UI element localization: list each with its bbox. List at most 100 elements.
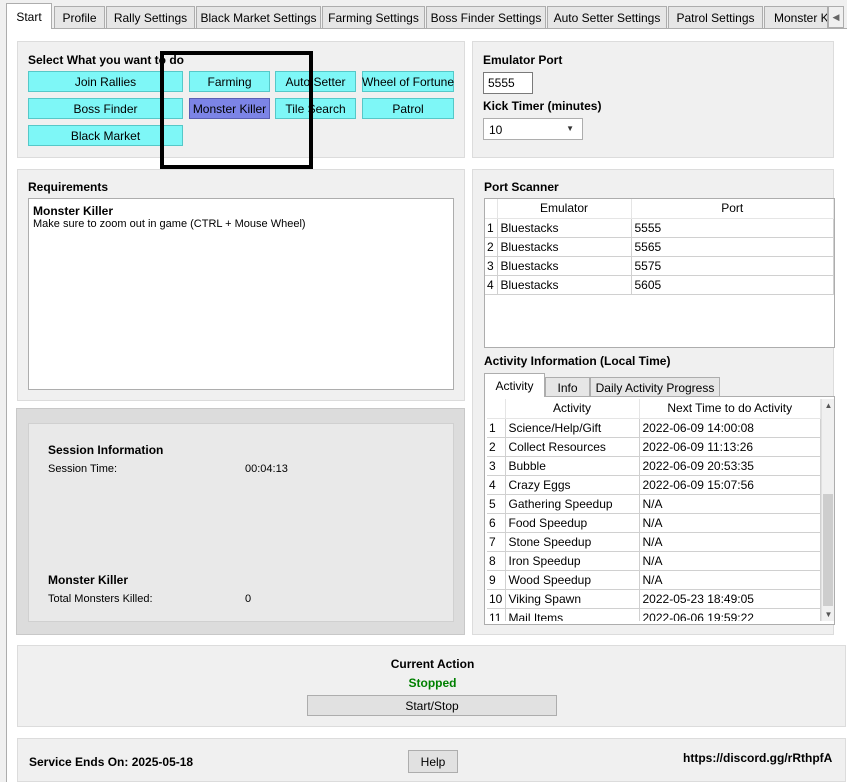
scroll-down-icon[interactable]: ▼ xyxy=(822,608,835,621)
time-cell: 2022-06-06 19:59:22 xyxy=(639,608,821,621)
service-ends-text: Service Ends On: 2025-05-18 xyxy=(29,755,194,769)
requirements-textbox[interactable]: Monster Killer Make sure to zoom out in … xyxy=(28,198,454,390)
row-number: 1 xyxy=(485,218,498,238)
row-number: 10 xyxy=(487,589,506,609)
button-label: Start/Stop xyxy=(405,698,459,713)
tab-auto-setter-settings[interactable]: Auto Setter Settings xyxy=(547,6,667,28)
table-corner xyxy=(487,399,506,419)
button-label: Boss Finder xyxy=(73,101,138,116)
kick-timer-value: 10 xyxy=(489,123,503,137)
tab-black-market-settings[interactable]: Black Market Settings xyxy=(196,6,321,28)
monsters-killed-label: Total Monsters Killed: xyxy=(48,593,153,605)
help-button[interactable]: Help xyxy=(408,750,458,773)
activity-cell: Wood Speedup xyxy=(505,570,640,590)
kick-timer-select[interactable]: 10 ▼ xyxy=(483,118,583,140)
activity-cell: Iron Speedup xyxy=(505,551,640,571)
tab-boss-finder-settings[interactable]: Boss Finder Settings xyxy=(426,6,546,28)
button-label: Help xyxy=(420,754,446,769)
table-row[interactable]: 2 Bluestacks 5565 xyxy=(485,237,834,257)
tab-monster-killer-settings[interactable]: Monster Kil xyxy=(764,6,828,28)
button-label: Black Market xyxy=(70,128,141,143)
row-number: 9 xyxy=(487,570,506,590)
activity-cell: Food Speedup xyxy=(505,513,640,533)
requirements-text: Make sure to zoom out in game (CTRL + Mo… xyxy=(33,218,306,230)
tab-patrol-settings[interactable]: Patrol Settings xyxy=(668,6,763,28)
port-scanner-table[interactable]: Emulator Port 1 Bluestacks 5555 2 Bluestack… xyxy=(484,198,835,348)
tab-label: Monster Kil xyxy=(774,10,828,25)
port-cell: 5605 xyxy=(631,275,834,295)
scroll-up-icon[interactable]: ▲ xyxy=(822,399,835,412)
tab-label: Info xyxy=(557,380,578,395)
port-cell: 5555 xyxy=(631,218,834,238)
tab-label: Rally Settings xyxy=(113,10,188,25)
activity-info-title: Activity Information (Local Time) xyxy=(484,354,671,368)
button-label: Wheel of Fortune xyxy=(361,74,455,89)
table-row[interactable]: 4 Bluestacks 5605 xyxy=(485,275,834,295)
table-row[interactable]: 1 Science/Help/Gift 2022-06-09 14:00:08 xyxy=(487,418,821,438)
tab-label: Start xyxy=(16,9,42,24)
wheel-of-fortune-button[interactable]: Wheel of Fortune xyxy=(362,71,454,92)
table-row[interactable]: 6 Food Speedup N/A xyxy=(487,513,821,533)
tab-info[interactable]: Info xyxy=(545,377,590,397)
time-cell: N/A xyxy=(639,513,821,533)
tab-profile[interactable]: Profile xyxy=(54,6,105,28)
row-number: 6 xyxy=(487,513,506,533)
kick-timer-label: Kick Timer (minutes) xyxy=(483,99,602,113)
tab-label: Profile xyxy=(62,10,97,25)
session-panel: Session Information Session Time: 00:04:… xyxy=(16,408,465,635)
table-row[interactable]: 9 Wood Speedup N/A xyxy=(487,570,821,590)
row-number: 2 xyxy=(487,437,506,457)
table-row[interactable]: 10 Viking Spawn 2022-05-23 18:49:05 xyxy=(487,589,821,609)
emulator-port-input[interactable]: 5555 xyxy=(483,72,533,94)
table-row[interactable]: 1 Bluestacks 5555 xyxy=(485,218,834,238)
column-header-activity[interactable]: Activity xyxy=(505,399,640,419)
tab-label: Auto Setter Settings xyxy=(553,10,661,25)
activity-cell: Science/Help/Gift xyxy=(505,418,640,438)
tab-label: Daily Activity Progress xyxy=(595,380,715,395)
current-action-panel: Current Action Stopped Start/Stop xyxy=(17,645,846,727)
scanner-activity-panel: Port Scanner Emulator Port 1 Bluestacks 55… xyxy=(472,169,835,635)
table-row[interactable]: 7 Stone Speedup N/A xyxy=(487,532,821,552)
patrol-button[interactable]: Patrol xyxy=(362,98,454,119)
current-action-status: Stopped xyxy=(408,676,457,690)
table-row[interactable]: 5 Gathering Speedup N/A xyxy=(487,494,821,514)
tab-activity[interactable]: Activity xyxy=(484,373,545,397)
table-row[interactable]: 8 Iron Speedup N/A xyxy=(487,551,821,571)
activity-cell: Stone Speedup xyxy=(505,532,640,552)
tab-label: Farming Settings xyxy=(328,10,419,25)
row-number: 11 xyxy=(487,608,506,621)
activity-scrollbar[interactable]: ▲ ▼ xyxy=(821,399,834,621)
table-header-row: Emulator Port xyxy=(485,199,834,219)
table-row[interactable]: 3 Bubble 2022-06-09 20:53:35 xyxy=(487,456,821,476)
activity-cell: Mail Items xyxy=(505,608,640,621)
tab-daily-activity-progress[interactable]: Daily Activity Progress xyxy=(590,377,720,397)
activity-cell: Bubble xyxy=(505,456,640,476)
tab-start[interactable]: Start xyxy=(6,3,52,29)
table-row[interactable]: 4 Crazy Eggs 2022-06-09 15:07:56 xyxy=(487,475,821,495)
start-stop-button[interactable]: Start/Stop xyxy=(307,695,557,716)
tab-farming-settings[interactable]: Farming Settings xyxy=(322,6,425,28)
table-row[interactable]: 11 Mail Items 2022-06-06 19:59:22 xyxy=(487,608,821,621)
discord-link[interactable]: https://discord.gg/rRthpfA xyxy=(683,751,832,765)
column-header-port[interactable]: Port xyxy=(631,199,834,219)
scrollbar-thumb[interactable] xyxy=(823,494,833,606)
activity-table[interactable]: Activity Next Time to do Activity 1 Scien… xyxy=(487,399,821,621)
time-cell: N/A xyxy=(639,551,821,571)
column-header-emulator[interactable]: Emulator xyxy=(497,199,632,219)
table-row[interactable]: 2 Collect Resources 2022-06-09 11:13:26 xyxy=(487,437,821,457)
time-cell: 2022-06-09 11:13:26 xyxy=(639,437,821,457)
emulator-cell: Bluestacks xyxy=(497,275,632,295)
highlight-frame xyxy=(160,51,313,169)
port-cell: 5565 xyxy=(631,237,834,257)
current-action-title: Current Action xyxy=(390,657,475,671)
time-cell: 2022-06-09 14:00:08 xyxy=(639,418,821,438)
column-header-next-time[interactable]: Next Time to do Activity xyxy=(639,399,821,419)
tab-scroll-left-button[interactable]: ◀ xyxy=(828,6,844,28)
table-row[interactable]: 3 Bluestacks 5575 xyxy=(485,256,834,276)
port-scanner-title: Port Scanner xyxy=(484,180,559,194)
footer-panel: Service Ends On: 2025-05-18 Help https:/… xyxy=(17,738,846,782)
row-number: 5 xyxy=(487,494,506,514)
tab-rally-settings[interactable]: Rally Settings xyxy=(106,6,195,28)
port-scanner-grid: Emulator Port 1 Bluestacks 5555 2 Bluestack… xyxy=(485,199,834,295)
activity-cell: Crazy Eggs xyxy=(505,475,640,495)
